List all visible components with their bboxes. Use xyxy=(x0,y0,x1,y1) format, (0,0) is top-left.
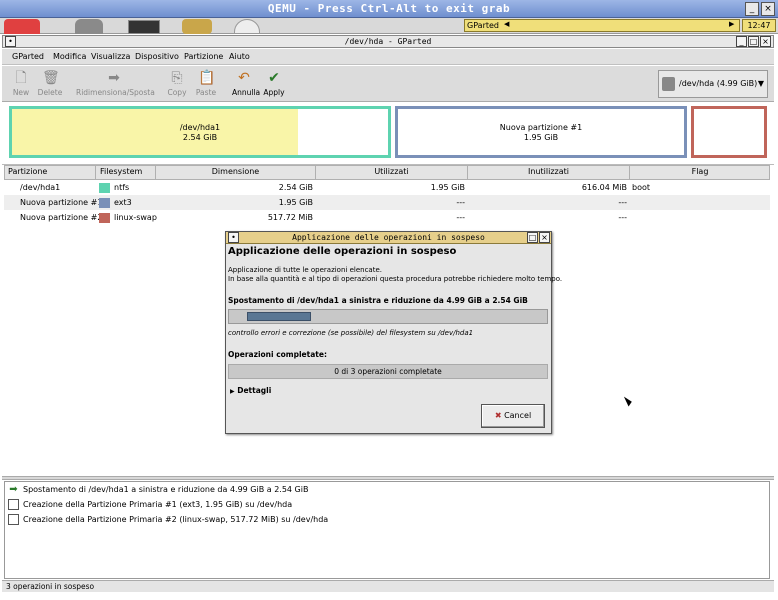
window-title: /dev/hda - GParted xyxy=(2,35,774,48)
completed-label: Operazioni completate: xyxy=(228,350,327,359)
partition-map-size: 1.95 GiB xyxy=(523,133,559,142)
list-item[interactable]: Creazione della Partizione Primaria #1 (… xyxy=(8,499,292,510)
cell-size: 1.95 GiB xyxy=(278,198,313,207)
taskbar-clock: 12:47 xyxy=(742,19,776,32)
tools-icon[interactable] xyxy=(182,19,212,34)
dialog-heading: Applicazione delle operazioni in sospeso xyxy=(228,246,457,257)
qemu-close-button[interactable]: × xyxy=(761,2,775,16)
chevron-down-icon: ▼ xyxy=(757,79,764,88)
cell-partition: Nuova partizione #1 xyxy=(20,198,103,207)
dialog-close-button[interactable]: × xyxy=(539,232,550,243)
partition-map-hda1[interactable]: /dev/hda1 2.54 GiB xyxy=(9,106,391,158)
undo-icon: ↶ xyxy=(238,70,250,86)
qemu-title: QEMU - Press Ctrl-Alt to exit grab xyxy=(267,2,511,15)
cell-size: 2.54 GiB xyxy=(278,183,313,192)
column-header[interactable]: Inutilizzati xyxy=(468,165,630,180)
column-header[interactable]: Filesystem xyxy=(96,165,156,180)
monitor-icon[interactable] xyxy=(128,20,160,34)
progress-fill xyxy=(247,312,311,321)
delete-icon: 🗑 xyxy=(42,70,60,86)
column-header[interactable]: Flag xyxy=(630,165,770,180)
dialog-menu-button[interactable]: • xyxy=(228,232,239,243)
mouse-cursor-icon xyxy=(623,394,634,407)
new-partition-icon xyxy=(8,499,19,510)
cell-filesystem: ext3 xyxy=(114,198,132,207)
cell-size: 517.72 MiB xyxy=(267,213,313,222)
taskbar-right-arrow-icon[interactable]: ▶ xyxy=(729,20,734,28)
cell-partition: Nuova partizione #2 xyxy=(20,213,103,222)
cell-unused: --- xyxy=(618,213,627,222)
menu-modifica[interactable]: Modifica xyxy=(53,52,86,61)
cell-unused: --- xyxy=(618,198,627,207)
menu-gparted[interactable]: GParted xyxy=(12,52,44,61)
resize-icon: ➡ xyxy=(9,484,18,495)
resize-move-button[interactable]: ➡ Ridimensiona/Sposta xyxy=(76,70,155,97)
partition-map-size: 2.54 GiB xyxy=(182,133,218,142)
status-bar: 3 operazioni in sospeso xyxy=(2,580,774,592)
partition-map-name: /dev/hda1 xyxy=(179,123,221,132)
cell-partition: /dev/hda1 xyxy=(20,183,61,192)
cancel-icon: ✖ xyxy=(494,411,502,420)
pane-splitter[interactable] xyxy=(2,476,774,480)
fs-color-swatch xyxy=(99,197,110,208)
cell-filesystem: ntfs xyxy=(114,183,130,192)
new-partition-icon xyxy=(8,514,19,525)
dialog-description: Applicazione di tutte le operazioni elen… xyxy=(228,266,382,274)
cell-flag: boot xyxy=(632,183,651,192)
list-item[interactable]: Creazione della Partizione Primaria #2 (… xyxy=(8,514,328,525)
host-app-icon[interactable] xyxy=(75,19,103,34)
column-header[interactable]: Dimensione xyxy=(156,165,316,180)
menu-partizione[interactable]: Partizione xyxy=(184,52,223,61)
current-suboperation: controllo errori e correzione (se possib… xyxy=(228,329,474,337)
copy-icon: ⎘ xyxy=(171,70,183,86)
cell-used: --- xyxy=(456,198,465,207)
host-launcher-icon[interactable] xyxy=(4,19,40,34)
resize-icon: ➡ xyxy=(108,70,120,86)
cancel-button[interactable]: ✖ Cancel xyxy=(481,404,545,428)
cell-unused: 616.04 MiB xyxy=(581,183,627,192)
new-button[interactable]: 🗋 New xyxy=(10,70,32,97)
taskbar-left-arrow-icon[interactable]: ◀ xyxy=(504,20,509,28)
details-expander[interactable]: ▶ Dettagli xyxy=(230,386,271,395)
paste-button[interactable]: 📋 Paste xyxy=(193,70,219,97)
window-menu-button[interactable]: • xyxy=(5,36,16,47)
cell-used: 1.95 GiB xyxy=(430,183,465,192)
menu-dispositivo[interactable]: Dispositivo xyxy=(135,52,179,61)
partition-map-new1[interactable]: Nuova partizione #1 1.95 GiB xyxy=(395,106,687,158)
dialog-title: Applicazione delle operazioni in sospeso xyxy=(226,232,551,244)
disk-icon xyxy=(662,77,675,91)
expander-arrow-icon: ▶ xyxy=(230,388,235,395)
window-minimize-button[interactable]: _ xyxy=(736,36,747,47)
column-header[interactable]: Utilizzati xyxy=(316,165,468,180)
window-close-button[interactable]: × xyxy=(760,36,771,47)
current-operation: Spostamento di /dev/hda1 a sinistra e ri… xyxy=(228,296,528,305)
dialog-maximize-button[interactable]: □ xyxy=(527,232,538,243)
fs-color-swatch xyxy=(99,182,110,193)
cell-filesystem: linux-swap xyxy=(114,213,157,222)
window-maximize-button[interactable]: □ xyxy=(748,36,759,47)
fs-color-swatch xyxy=(99,212,110,223)
partition-map-name: Nuova partizione #1 xyxy=(499,123,583,132)
paste-icon: 📋 xyxy=(198,70,216,86)
apply-icon: ✔ xyxy=(268,70,280,86)
dialog-description: In base alla quantità e al tipo di opera… xyxy=(228,275,563,283)
qemu-minimize-button[interactable]: _ xyxy=(745,2,759,16)
partition-map-new2[interactable] xyxy=(691,106,767,158)
menu-visualizza[interactable]: Visualizza xyxy=(91,52,130,61)
pending-operations-list xyxy=(4,481,770,579)
copy-button[interactable]: ⎘ Copy xyxy=(164,70,190,97)
delete-button[interactable]: 🗑 Delete xyxy=(36,70,64,97)
cell-used: --- xyxy=(456,213,465,222)
list-item[interactable]: ➡ Spostamento di /dev/hda1 a sinistra e r… xyxy=(8,484,308,495)
device-selector[interactable]: /dev/hda (4.99 GiB) ▼ xyxy=(658,70,768,98)
undo-button[interactable]: ↶ Annulla xyxy=(232,70,260,97)
column-header[interactable]: Partizione xyxy=(4,165,96,180)
menu-aiuto[interactable]: Aiuto xyxy=(229,52,250,61)
new-icon: 🗋 xyxy=(15,70,27,86)
completed-progress-bar: 0 di 3 operazioni completate xyxy=(228,364,548,379)
operation-progress-bar xyxy=(228,309,548,324)
apply-button[interactable]: ✔ Apply xyxy=(262,70,286,97)
